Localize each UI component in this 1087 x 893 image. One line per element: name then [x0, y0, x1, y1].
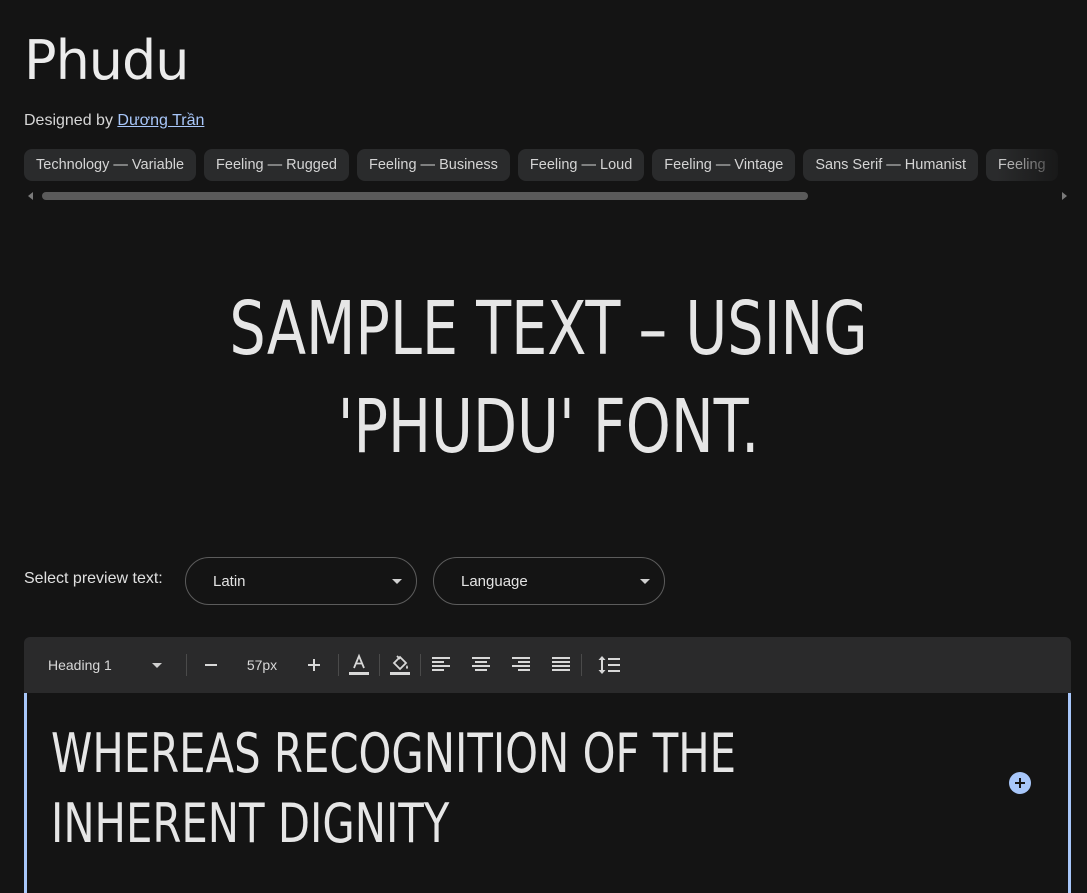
language-select[interactable]: Language	[433, 557, 665, 605]
add-icon[interactable]	[1009, 772, 1031, 794]
tag-chip[interactable]: Feeling — Rugged	[204, 149, 349, 181]
scroll-right-icon[interactable]	[1062, 192, 1067, 200]
tag-chip[interactable]: Technology — Variable	[24, 149, 197, 181]
language-select-value: Language	[461, 573, 528, 590]
minus-icon	[205, 664, 217, 666]
designed-by-label: Designed by	[24, 112, 118, 129]
tag-chip[interactable]: Feeling	[986, 149, 1058, 181]
tag-chip[interactable]: Feeling — Business	[356, 149, 510, 181]
script-select[interactable]: Latin	[185, 557, 417, 605]
chevron-down-icon	[392, 579, 402, 584]
tag-chip-list: Technology — Variable Feeling — Rugged Fee…	[24, 149, 1087, 181]
toolbar-divider	[420, 654, 421, 676]
toolbar-divider	[186, 654, 187, 676]
text-color-button[interactable]	[344, 637, 374, 693]
font-title: Phudu	[24, 29, 190, 92]
align-right-icon	[512, 657, 530, 671]
align-center-icon	[472, 657, 490, 671]
tag-chip[interactable]: Feeling — Vintage	[652, 149, 796, 181]
type-tester: Heading 1 57px WHEREAS RECOGNITION OF TH…	[24, 637, 1071, 893]
editor-toolbar: Heading 1 57px	[24, 637, 1071, 693]
font-specimen-page: Phudu Designed by Dương Trần Technology …	[0, 0, 1087, 893]
chevron-down-icon	[152, 663, 162, 668]
tag-chip[interactable]: Feeling — Loud	[517, 149, 645, 181]
sample-text-preview: SAMPLE TEXT – USING 'PHUDU' FONT.	[229, 286, 868, 470]
align-justify-icon	[552, 657, 570, 671]
tag-chip[interactable]: Sans Serif — Humanist	[803, 149, 979, 181]
editable-preview-text[interactable]: WHEREAS RECOGNITION OF THE INHERENT DIGN…	[51, 719, 825, 859]
designer-line: Designed by Dương Trần	[24, 110, 204, 132]
font-size-value: 57px	[246, 657, 278, 673]
preview-text-label: Select preview text:	[24, 570, 163, 587]
align-left-button[interactable]	[426, 637, 456, 693]
decrease-size-button[interactable]	[196, 637, 226, 693]
fill-color-icon	[390, 655, 410, 675]
text-color-icon	[349, 653, 369, 675]
align-right-button[interactable]	[506, 637, 536, 693]
text-style-value: Heading 1	[48, 657, 112, 673]
chevron-down-icon	[640, 579, 650, 584]
align-left-icon	[432, 657, 450, 671]
toolbar-divider	[379, 654, 380, 676]
plus-icon	[1015, 778, 1025, 788]
align-center-button[interactable]	[466, 637, 496, 693]
script-select-value: Latin	[213, 573, 246, 590]
text-style-select[interactable]: Heading 1	[36, 647, 176, 683]
toolbar-divider	[338, 654, 339, 676]
line-height-icon	[598, 656, 620, 674]
highlight-color-button[interactable]	[385, 637, 415, 693]
font-size-input[interactable]: 57px	[234, 637, 290, 693]
toolbar-divider	[581, 654, 582, 676]
align-justify-button[interactable]	[546, 637, 576, 693]
scrollbar-thumb[interactable]	[42, 192, 808, 200]
line-height-button[interactable]	[594, 637, 624, 693]
plus-icon	[308, 659, 320, 671]
editable-preview-area[interactable]: WHEREAS RECOGNITION OF THE INHERENT DIGN…	[24, 693, 1071, 893]
tag-scrollbar[interactable]	[24, 189, 1071, 203]
increase-size-button[interactable]	[299, 637, 329, 693]
designer-link[interactable]: Dương Trần	[117, 112, 204, 129]
scroll-left-icon[interactable]	[28, 192, 33, 200]
